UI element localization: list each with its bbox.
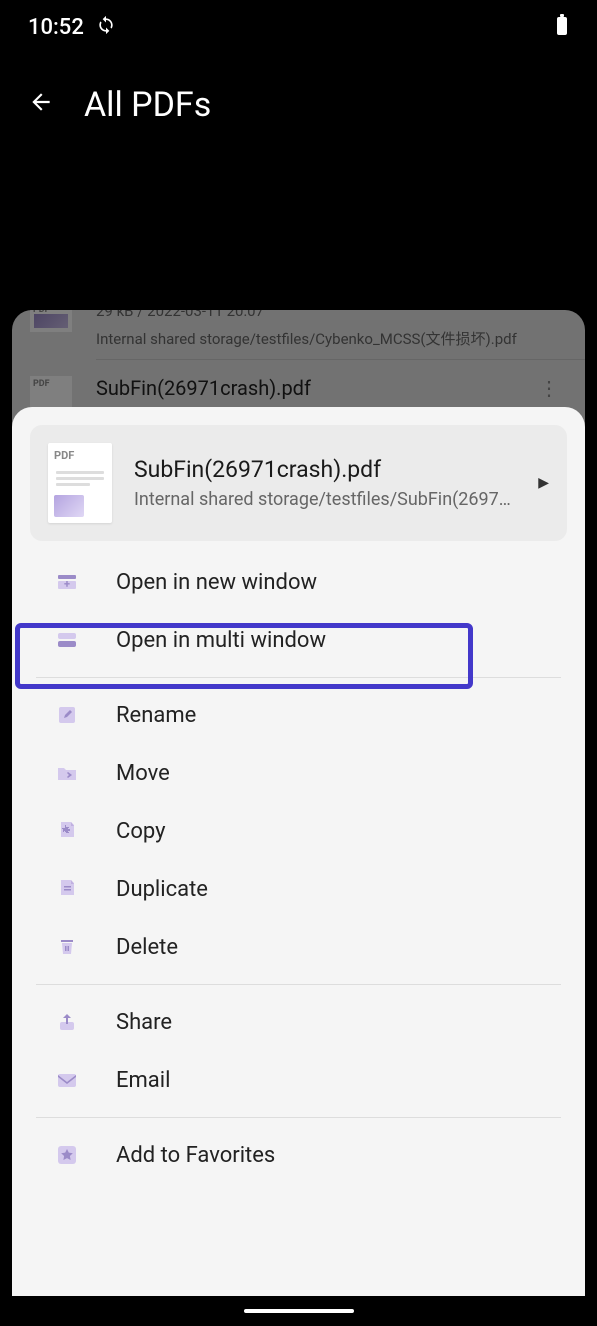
email-icon [54, 1067, 80, 1093]
status-time: 10:52 [28, 15, 84, 40]
svg-text:+: + [64, 578, 70, 591]
menu-label: Duplicate [116, 877, 208, 902]
menu-label: Copy [116, 819, 166, 844]
sync-icon [96, 15, 116, 40]
rename-icon [54, 702, 80, 728]
menu-label: Add to Favorites [116, 1143, 275, 1168]
sheet-file-path: Internal shared storage/testfiles/SubFin… [134, 489, 528, 510]
battery-icon [555, 13, 569, 42]
menu-item-new-window[interactable]: + Open in new window [12, 553, 585, 611]
page-title: All PDFs [84, 85, 211, 125]
menu-item-rename[interactable]: Rename [12, 686, 585, 744]
chevron-right-icon: ▶ [538, 475, 549, 491]
menu-label: Email [116, 1068, 170, 1093]
menu-label: Delete [116, 935, 178, 960]
menu-item-duplicate[interactable]: Duplicate [12, 860, 585, 918]
status-bar: 10:52 [0, 0, 597, 55]
menu-item-share[interactable]: Share [12, 993, 585, 1051]
menu-item-move[interactable]: Move [12, 744, 585, 802]
new-window-icon: + [54, 569, 80, 595]
context-menu-sheet: SubFin(26971crash).pdf Internal shared s… [12, 407, 585, 1296]
menu-label: Share [116, 1010, 172, 1035]
menu-item-favorite[interactable]: Add to Favorites [12, 1126, 585, 1184]
share-icon [54, 1009, 80, 1035]
favorite-icon [54, 1142, 80, 1168]
app-header: All PDFs [0, 55, 597, 155]
menu-item-email[interactable]: Email [12, 1051, 585, 1109]
sheet-file-header[interactable]: SubFin(26971crash).pdf Internal shared s… [30, 425, 567, 541]
menu-label: Rename [116, 703, 196, 728]
sheet-file-title: SubFin(26971crash).pdf [134, 456, 528, 483]
pdf-thumbnail-icon [48, 443, 112, 523]
back-arrow-icon[interactable] [28, 89, 54, 122]
highlight-annotation [15, 623, 473, 689]
menu-item-copy[interactable]: Copy [12, 802, 585, 860]
move-icon [54, 760, 80, 786]
duplicate-icon [54, 876, 80, 902]
delete-icon [54, 934, 80, 960]
navigation-handle[interactable] [0, 1296, 597, 1326]
menu-item-delete[interactable]: Delete [12, 918, 585, 976]
menu-label: Move [116, 761, 170, 786]
copy-icon [54, 818, 80, 844]
menu-label: Open in new window [116, 570, 317, 595]
